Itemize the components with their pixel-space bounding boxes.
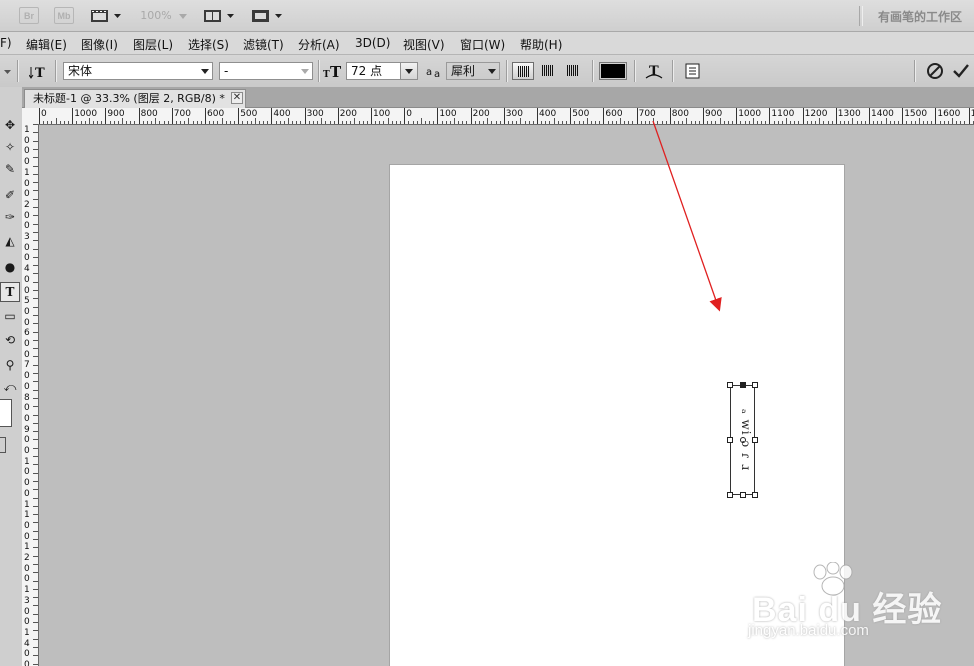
baidu-jingyan-watermark: Bai du 经验 jingyan.baidu.com	[746, 560, 970, 650]
watermark-url: jingyan.baidu.com	[748, 622, 869, 639]
